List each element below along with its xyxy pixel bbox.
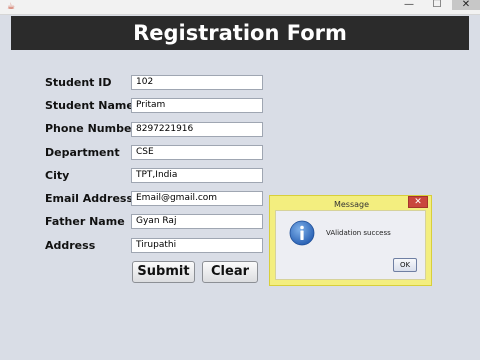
email-address-label: Email Address (45, 192, 134, 205)
department-label: Department (45, 146, 120, 159)
info-icon (289, 220, 315, 246)
father-name-label: Father Name (45, 215, 125, 228)
form-header: Registration Form (11, 16, 469, 50)
maximize-button[interactable]: ☐ (424, 0, 450, 10)
student-id-field[interactable]: 102 (131, 75, 263, 90)
student-id-label: Student ID (45, 76, 112, 89)
registration-window: ☕ — ☐ ✕ Registration Form Student ID Stu… (0, 0, 480, 360)
department-field[interactable]: CSE (131, 145, 263, 160)
message-dialog: Message ✕ VAlidation success OK (269, 195, 432, 286)
submit-button[interactable]: Submit (132, 261, 195, 283)
dialog-close-button[interactable]: ✕ (408, 196, 428, 208)
student-name-label: Student Name (45, 99, 134, 112)
phone-number-field[interactable]: 8297221916 (131, 122, 263, 137)
dialog-body: VAlidation success OK (275, 210, 426, 280)
dialog-message: VAlidation success (326, 229, 391, 237)
address-field[interactable]: Tirupathi (131, 238, 263, 253)
student-name-field[interactable]: Pritam (131, 98, 263, 113)
city-field[interactable]: TPT,India (131, 168, 263, 183)
clear-button[interactable]: Clear (202, 261, 258, 283)
ok-button[interactable]: OK (393, 258, 417, 272)
city-label: City (45, 169, 70, 182)
window-close-button[interactable]: ✕ (452, 0, 480, 10)
page-title: Registration Form (133, 21, 347, 45)
address-label: Address (45, 239, 96, 252)
window-titlebar[interactable]: ☕ — ☐ ✕ (0, 0, 480, 15)
email-address-field[interactable]: Email@gmail.com (131, 191, 263, 206)
minimize-button[interactable]: — (396, 0, 422, 10)
phone-number-label: Phone Number (45, 122, 137, 135)
java-icon: ☕ (6, 2, 16, 12)
father-name-field[interactable]: Gyan Raj (131, 214, 263, 229)
